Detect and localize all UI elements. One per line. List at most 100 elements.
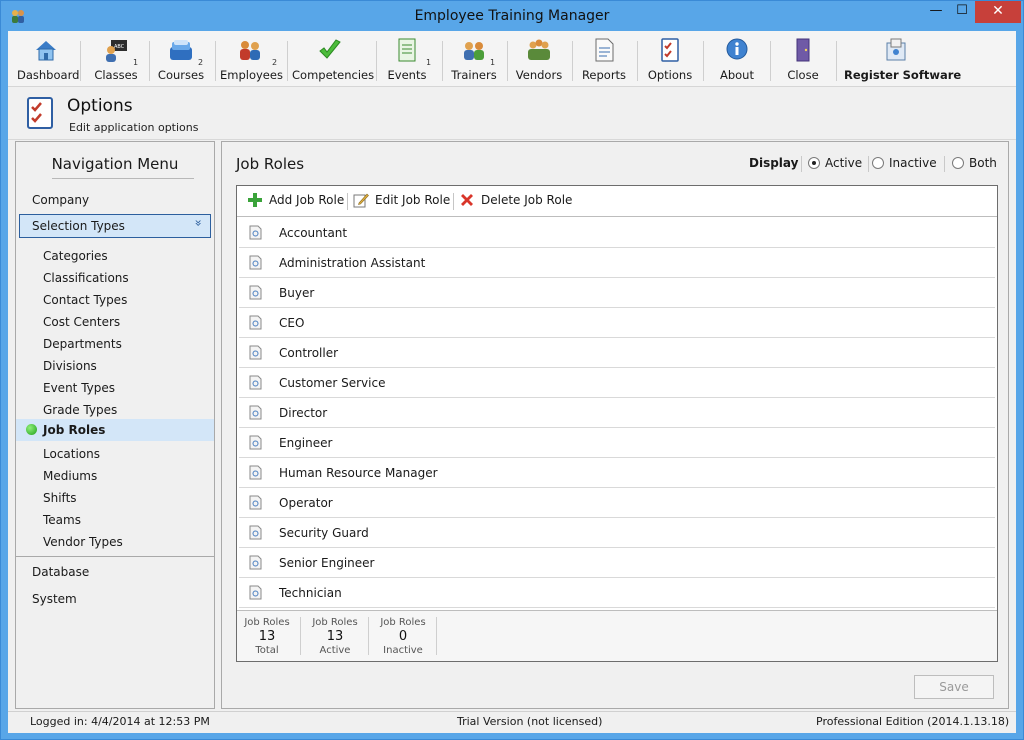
radio-label: Both <box>969 156 997 170</box>
list-item[interactable]: Human Resource Manager <box>239 458 995 488</box>
list-item[interactable]: Controller <box>239 338 995 368</box>
document-icon <box>249 225 262 240</box>
stat-value: 13 <box>258 629 276 644</box>
document-icon <box>249 435 262 450</box>
toolbar-separator <box>770 41 771 81</box>
document-icon <box>249 285 262 300</box>
edit-icon <box>353 193 369 208</box>
toolbar-register-button[interactable]: Register Software <box>844 37 961 85</box>
trainers-icon <box>464 42 484 60</box>
toolbar-separator <box>80 41 81 81</box>
toolbar-separator <box>572 41 573 81</box>
toolbar-dashboard-button[interactable]: Dashboard <box>17 37 79 85</box>
nav-item-company[interactable]: Company <box>32 193 89 207</box>
job-role-name: Senior Engineer <box>279 556 375 570</box>
document-icon <box>249 555 262 570</box>
nav-sub-item[interactable]: Cost Centers <box>43 315 120 329</box>
nav-sub-item[interactable]: Categories <box>43 249 108 263</box>
toolbar-separator <box>215 41 216 81</box>
document-icon <box>249 345 262 360</box>
minimize-button[interactable]: — <box>923 1 949 23</box>
toolbar-employees-button[interactable]: Employees 2 <box>220 37 283 85</box>
stat-separator <box>436 617 437 655</box>
add-job-role-label: Add Job Role <box>269 193 345 207</box>
maximize-button[interactable]: ☐ <box>949 1 975 23</box>
toolbar-reports-button[interactable]: Reports <box>579 37 629 85</box>
chevron-down-icon[interactable]: » <box>191 219 205 226</box>
toolbar-courses-button[interactable]: Courses 2 <box>155 37 207 85</box>
list-item[interactable]: Accountant <box>239 218 995 248</box>
list-item[interactable]: Director <box>239 398 995 428</box>
toolbar-options-button[interactable]: Options <box>645 37 695 85</box>
toolbar-classes-button[interactable]: ABC Classes 1 <box>88 37 144 85</box>
job-role-name: Buyer <box>279 286 315 300</box>
document-icon <box>249 495 262 510</box>
document-icon <box>249 405 262 420</box>
nav-item-database[interactable]: Database <box>32 565 89 579</box>
nav-item-system[interactable]: System <box>32 592 77 606</box>
list-item[interactable]: Technician <box>239 578 995 608</box>
list-item[interactable]: Security Guard <box>239 518 995 548</box>
toolbar-events-button[interactable]: Events 1 <box>384 37 431 85</box>
list-item[interactable]: Customer Service <box>239 368 995 398</box>
main-toolbar: Dashboard ABC Classes 1 Courses 2 Employ… <box>8 31 1016 87</box>
toolbar-competencies-button[interactable]: Competencies <box>292 37 375 85</box>
display-separator <box>944 156 945 172</box>
nav-sub-item[interactable]: Shifts <box>43 491 77 505</box>
job-role-name: Security Guard <box>279 526 369 540</box>
stat-label: Job Roles <box>380 617 426 628</box>
list-item[interactable]: Senior Engineer <box>239 548 995 578</box>
nav-divider <box>16 556 214 557</box>
events-icon <box>398 38 416 62</box>
toolbar-trainers-button[interactable]: Trainers 1 <box>448 37 500 85</box>
delete-icon <box>461 194 473 206</box>
nav-sub-item-active[interactable]: Job Roles <box>16 419 214 441</box>
list-item[interactable]: Operator <box>239 488 995 518</box>
toolbar-close-button[interactable]: Close <box>778 37 828 85</box>
toolbar-separator <box>703 41 704 81</box>
toolbar-separator <box>376 41 377 81</box>
status-bar: Logged in: 4/4/2014 at 12:53 PM Trial Ve… <box>8 711 1016 733</box>
nav-sub-item[interactable]: Departments <box>43 337 122 351</box>
radio-icon[interactable] <box>952 157 964 169</box>
competencies-icon <box>319 39 341 59</box>
nav-sub-item[interactable]: Contact Types <box>43 293 127 307</box>
nav-sub-item[interactable]: Mediums <box>43 469 97 483</box>
stat-label: Job Roles <box>312 617 358 628</box>
close-window-button[interactable]: ✕ <box>975 1 1021 23</box>
navigation-panel: Navigation Menu Company Selection Types … <box>15 141 215 709</box>
courses-icon <box>170 40 192 60</box>
nav-group-selection-types[interactable]: Selection Types » <box>19 214 211 238</box>
list-item[interactable]: CEO <box>239 308 995 338</box>
title-bar[interactable]: Employee Training Manager — ☐ ✕ <box>1 1 1023 31</box>
job-roles-grid: Add Job Role Edit Job Role Delete Job Ro… <box>236 185 998 662</box>
nav-sub-item[interactable]: Teams <box>43 513 81 527</box>
grid-toolbar-separator <box>453 193 454 210</box>
toolbar-badge: 2 <box>198 58 204 67</box>
radio-icon[interactable] <box>872 157 884 169</box>
list-item[interactable]: Engineer <box>239 428 995 458</box>
list-item[interactable]: Administration Assistant <box>239 248 995 278</box>
job-role-name: Human Resource Manager <box>279 466 438 480</box>
stat-caption: Inactive <box>383 645 423 656</box>
toolbar-label: Classes <box>94 68 138 82</box>
job-role-name: Engineer <box>279 436 333 450</box>
radio-selected-icon[interactable] <box>808 157 820 169</box>
nav-sub-item[interactable]: Grade Types <box>43 403 117 417</box>
toolbar-vendors-button[interactable]: Vendors <box>514 37 564 85</box>
page-header: Options Edit application options <box>8 88 1016 140</box>
status-logged-in: Logged in: 4/4/2014 at 12:53 PM <box>30 715 210 728</box>
save-button[interactable]: Save <box>914 675 994 699</box>
nav-sub-item[interactable]: Classifications <box>43 271 129 285</box>
toolbar-about-button[interactable]: About <box>712 37 762 85</box>
nav-sub-item[interactable]: Locations <box>43 447 100 461</box>
list-item[interactable]: Buyer <box>239 278 995 308</box>
delete-job-role-label: Delete Job Role <box>481 193 573 207</box>
toolbar-label: Options <box>647 68 693 82</box>
nav-sub-item[interactable]: Divisions <box>43 359 97 373</box>
nav-sub-item[interactable]: Event Types <box>43 381 115 395</box>
nav-sub-item[interactable]: Vendor Types <box>43 535 123 549</box>
toolbar-label: Competencies <box>292 68 375 82</box>
grid-toolbar: Add Job Role Edit Job Role Delete Job Ro… <box>237 186 997 217</box>
job-roles-list: Accountant Administration Assistant Buye… <box>237 218 997 608</box>
